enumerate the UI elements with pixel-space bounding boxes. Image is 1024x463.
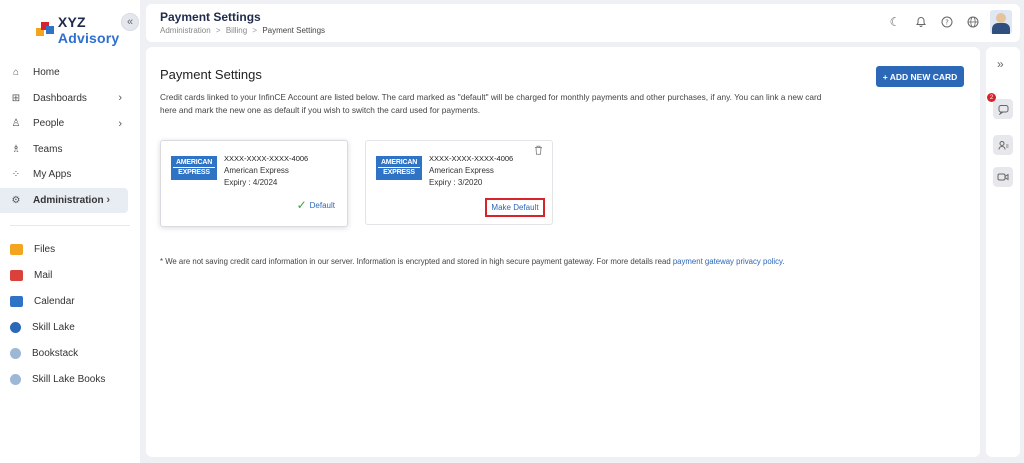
person-icon: ♙ <box>11 118 21 130</box>
calendar-icon <box>10 295 23 307</box>
collapse-sidebar-button[interactable]: « <box>121 13 139 31</box>
default-label: Default <box>309 200 335 210</box>
skill-lake-books-icon <box>10 373 21 385</box>
sidebar-item-home[interactable]: ⌂ Home <box>0 60 140 86</box>
sidebar-item-teams[interactable]: ♗ Teams <box>0 137 140 163</box>
privacy-policy-link[interactable]: payment gateway privacy policy. <box>673 257 785 266</box>
admin-gear-icon: ⚙ <box>11 194 21 206</box>
chevron-right-icon: › <box>118 117 122 130</box>
sidebar-app-bookstack[interactable]: Bookstack <box>0 340 140 366</box>
breadcrumb-item-billing[interactable]: Billing <box>226 26 247 35</box>
sidebar-app-label: Bookstack <box>32 347 79 359</box>
top-header: Payment Settings Administration > Billin… <box>146 4 1020 42</box>
card-number: XXXX-XXXX-XXXX-4006 <box>429 154 514 163</box>
checkmark-icon: ✓ <box>296 198 307 212</box>
page-title: Payment Settings <box>160 67 262 82</box>
home-icon: ⌂ <box>12 67 20 79</box>
page-description: Credit cards linked to your InfinCE Acco… <box>160 92 822 115</box>
chat-button[interactable] <box>993 99 1013 119</box>
teams-icon: ♗ <box>11 143 21 155</box>
skill-lake-icon <box>10 321 21 333</box>
folder-icon <box>10 243 23 255</box>
sidebar-app-files[interactable]: Files <box>0 236 140 262</box>
default-badge: ✓ Default <box>297 198 335 212</box>
credit-card-default[interactable]: AMERICAN EXPRESS XXXX-XXXX-XXXX-4006 Ame… <box>160 140 348 227</box>
sidebar-item-label: People <box>33 118 65 130</box>
sidebar-item-people[interactable]: ♙ People › <box>0 111 140 137</box>
apps-icon: ⁘ <box>11 169 21 181</box>
header-actions: ☾ ? <box>876 10 1012 34</box>
sidebar-item-label: My Apps <box>33 169 72 181</box>
breadcrumb-item-administration[interactable]: Administration <box>160 26 211 35</box>
sidebar-app-label: Mail <box>34 269 53 281</box>
sidebar-item-label: Dashboards <box>33 92 87 104</box>
sidebar-app-label: Files <box>34 243 56 255</box>
dashboard-icon: ⊞ <box>11 92 21 104</box>
user-avatar[interactable] <box>990 10 1012 34</box>
sidebar-nav: ⌂ Home ⊞ Dashboards › ♙ People › ♗ Teams… <box>0 60 140 392</box>
sidebar-app-label: Skill Lake Books <box>32 373 106 385</box>
breadcrumb: Administration > Billing > Payment Setti… <box>160 26 325 35</box>
footnote-text: * We are not saving credit card informat… <box>160 257 671 266</box>
theme-toggle-icon[interactable]: ☾ <box>888 15 902 29</box>
card-brand: American Express <box>224 166 289 175</box>
make-default-button[interactable]: Make Default <box>485 198 545 217</box>
add-new-card-button[interactable]: + ADD NEW CARD <box>876 66 964 87</box>
contacts-icon <box>998 140 1008 150</box>
sidebar-divider <box>10 225 130 226</box>
chat-icon <box>998 104 1008 115</box>
main-panel: Payment Settings + ADD NEW CARD Credit c… <box>146 47 980 457</box>
trash-icon[interactable] <box>534 145 543 157</box>
breadcrumb-separator: > <box>215 26 221 35</box>
amex-logo-icon: AMERICAN EXPRESS <box>171 156 217 180</box>
bookstack-icon <box>10 347 21 359</box>
credit-card[interactable]: AMERICAN EXPRESS XXXX-XXXX-XXXX-4006 Ame… <box>365 140 553 225</box>
breadcrumb-item-current: Payment Settings <box>262 26 326 35</box>
card-brand: American Express <box>429 166 494 175</box>
sidebar-app-label: Skill Lake <box>32 321 75 333</box>
right-rail: » 2 <box>986 47 1020 457</box>
sidebar-item-dashboards[interactable]: ⊞ Dashboards › <box>0 86 140 112</box>
sidebar-item-label: Administration <box>33 194 104 206</box>
header-title: Payment Settings <box>160 10 261 24</box>
card-expiry: Expiry : 4/2024 <box>224 178 278 187</box>
sidebar-item-label: Teams <box>33 143 63 155</box>
expand-panel-button[interactable]: » <box>997 57 1004 71</box>
sidebar-app-label: Calendar <box>34 295 75 307</box>
svg-text:?: ? <box>945 19 949 27</box>
chevron-right-icon: › <box>106 194 110 207</box>
sidebar-item-my-apps[interactable]: ⁘ My Apps <box>0 162 140 188</box>
sidebar: XYZ Advisory « ⌂ Home ⊞ Dashboards › ♙ P… <box>0 0 140 463</box>
sidebar-item-label: Home <box>33 67 60 79</box>
card-number: XXXX-XXXX-XXXX-4006 <box>224 154 309 163</box>
sidebar-app-mail[interactable]: Mail <box>0 262 140 288</box>
video-call-button[interactable] <box>993 167 1013 187</box>
video-camera-icon <box>997 173 1009 181</box>
contacts-button[interactable] <box>993 135 1013 155</box>
globe-icon[interactable] <box>966 15 980 29</box>
security-footnote: * We are not saving credit card informat… <box>160 257 785 266</box>
mail-icon <box>10 269 23 281</box>
help-icon[interactable]: ? <box>940 15 954 29</box>
card-expiry: Expiry : 3/2020 <box>429 178 483 187</box>
breadcrumb-separator: > <box>252 26 258 35</box>
notification-count-badge: 2 <box>987 93 996 102</box>
brand-logo-icon <box>36 22 54 38</box>
chevron-right-icon: › <box>118 92 122 105</box>
sidebar-app-calendar[interactable]: Calendar <box>0 288 140 314</box>
amex-logo-icon: AMERICAN EXPRESS <box>376 156 422 180</box>
notification-bell-icon[interactable] <box>914 15 928 29</box>
sidebar-app-skill-lake[interactable]: Skill Lake <box>0 314 140 340</box>
sidebar-item-administration[interactable]: ⚙ Administration › <box>0 187 128 213</box>
sidebar-app-skill-lake-books[interactable]: Skill Lake Books <box>0 366 140 392</box>
